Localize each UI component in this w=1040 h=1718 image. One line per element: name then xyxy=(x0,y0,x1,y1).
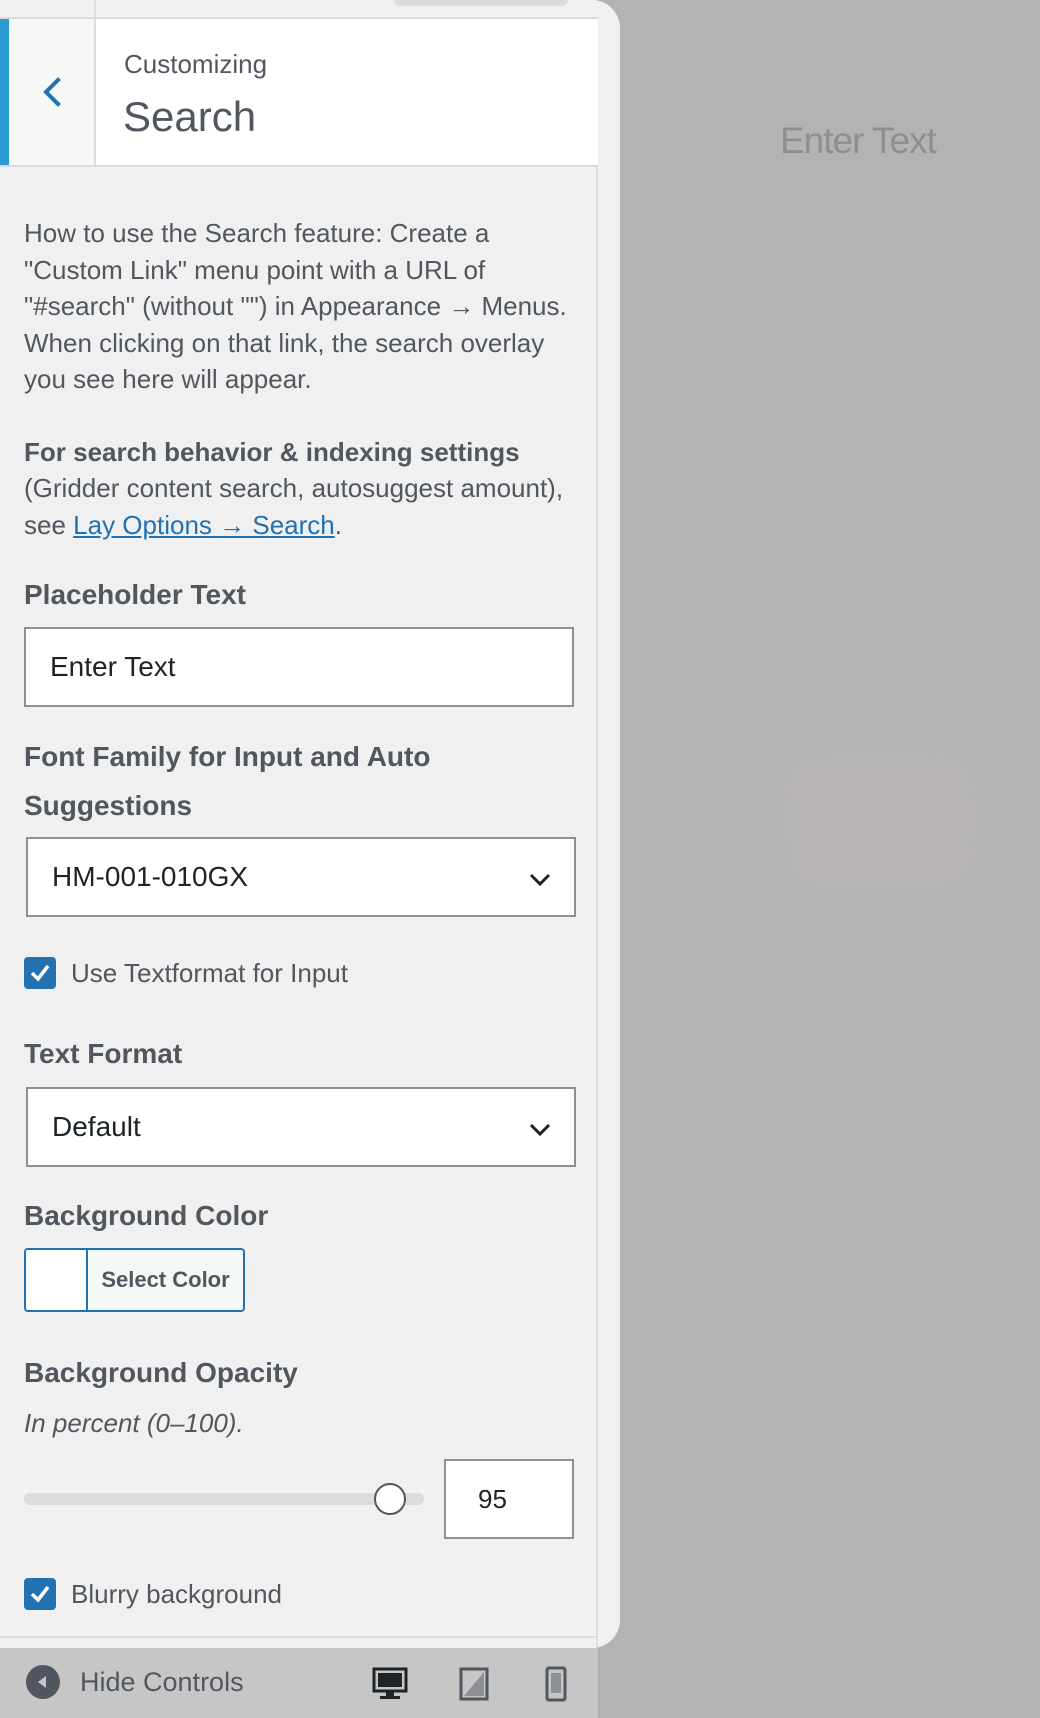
tablet-icon[interactable] xyxy=(456,1666,492,1702)
background-color-label: Background Color xyxy=(24,1200,269,1231)
mobile-icon[interactable] xyxy=(538,1666,574,1702)
checkmark-icon xyxy=(30,1585,50,1603)
header-pre-title: Customizing xyxy=(124,49,268,79)
checkmark-icon xyxy=(30,964,50,982)
chevron-left-icon xyxy=(42,77,61,107)
font-family-value: HM-001-010GX xyxy=(52,861,249,892)
usage-description: How to use the Search feature: Create a … xyxy=(24,218,567,394)
hide-controls-button[interactable]: Hide Controls xyxy=(26,1665,244,1699)
customizer-panel: Customizing Search How to use the Search… xyxy=(0,0,620,1648)
placeholder-text-input[interactable]: Enter Text xyxy=(24,627,574,707)
color-swatch xyxy=(26,1250,88,1310)
use-textformat-checkbox-row[interactable]: Use Textformat for Input xyxy=(24,957,348,989)
section-content: How to use the Search feature: Create a … xyxy=(24,167,576,543)
top-strip xyxy=(0,0,598,19)
select-color-label: Select Color xyxy=(101,1267,230,1292)
page-title: Search xyxy=(123,93,257,140)
opacity-slider-thumb[interactable] xyxy=(374,1483,406,1515)
select-color-button[interactable]: Select Color xyxy=(24,1248,245,1312)
collapse-arrow-icon xyxy=(26,1665,60,1699)
background-opacity-label: Background Opacity xyxy=(24,1357,298,1388)
text-format-select[interactable]: Default xyxy=(26,1087,576,1167)
font-family-select[interactable]: HM-001-010GX xyxy=(26,837,576,917)
hide-controls-label: Hide Controls xyxy=(80,1666,244,1697)
section-header: Customizing Search xyxy=(0,19,598,167)
text-format-value: Default xyxy=(52,1111,141,1142)
settings-description-bold: For search behavior & indexing settings xyxy=(24,436,520,467)
opacity-number-input[interactable]: 95 xyxy=(444,1459,574,1539)
back-button[interactable] xyxy=(0,19,96,165)
desktop-icon[interactable] xyxy=(372,1666,408,1702)
chevron-down-icon xyxy=(529,1123,551,1137)
customizer-panel-inner: Customizing Search How to use the Search… xyxy=(0,0,598,1648)
placeholder-text-label: Placeholder Text xyxy=(24,579,247,610)
font-family-label-line2: Suggestions xyxy=(24,790,193,821)
panel-bottom-separator xyxy=(0,1636,598,1638)
use-textformat-label: Use Textformat for Input xyxy=(71,957,348,988)
use-textformat-checkbox[interactable] xyxy=(24,957,56,989)
background-opacity-hint: In percent (0–100). xyxy=(24,1408,244,1438)
text-format-label: Text Format xyxy=(24,1038,183,1069)
blurry-background-label: Blurry background xyxy=(71,1578,282,1609)
preview-blurred-content xyxy=(770,740,990,900)
blurry-background-checkbox[interactable] xyxy=(24,1578,56,1610)
preview-search-placeholder: Enter Text xyxy=(780,120,937,161)
top-button-edge xyxy=(394,0,568,6)
chevron-down-icon xyxy=(529,873,551,887)
customizer-footer: Hide Controls xyxy=(0,1648,600,1718)
lay-options-search-link[interactable]: Lay Options → Search xyxy=(73,510,335,540)
font-family-label-line1: Font Family for Input and Auto xyxy=(24,741,431,772)
opacity-slider-track[interactable] xyxy=(24,1493,424,1505)
settings-description: For search behavior & indexing settings … xyxy=(24,436,564,540)
blurry-background-checkbox-row[interactable]: Blurry background xyxy=(24,1578,282,1610)
